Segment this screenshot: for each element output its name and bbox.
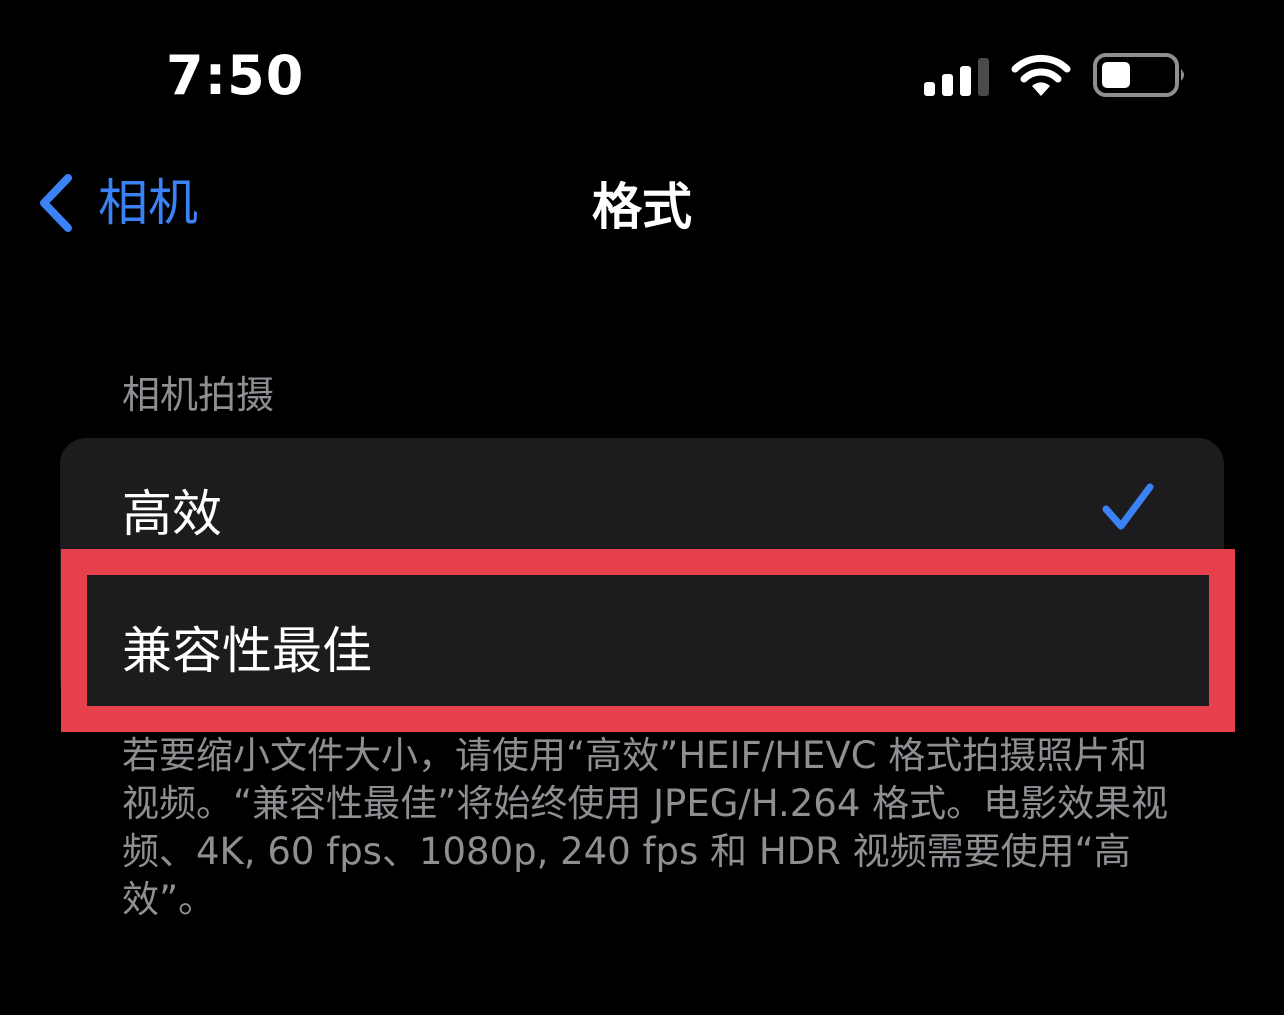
option-label: 高效: [122, 484, 222, 543]
status-time: 7:50: [166, 44, 305, 107]
checkmark-icon: [1102, 483, 1154, 530]
option-high-efficiency[interactable]: 高效: [60, 438, 1224, 574]
wifi-icon: [1011, 54, 1071, 96]
section-footer: 若要缩小文件大小，请使用“高效”HEIF/HEVC 格式拍摄照片和视频。“兼容性…: [122, 734, 1169, 921]
page-title: 格式: [592, 178, 692, 236]
option-most-compatible[interactable]: 兼容性最佳: [60, 573, 1224, 708]
cellular-signal-icon: [924, 58, 989, 96]
battery-icon: [1093, 53, 1184, 97]
option-label: 兼容性最佳: [122, 621, 372, 680]
format-options-group: 高效 兼容性最佳: [60, 438, 1224, 708]
section-header: 相机拍摄: [122, 373, 275, 417]
